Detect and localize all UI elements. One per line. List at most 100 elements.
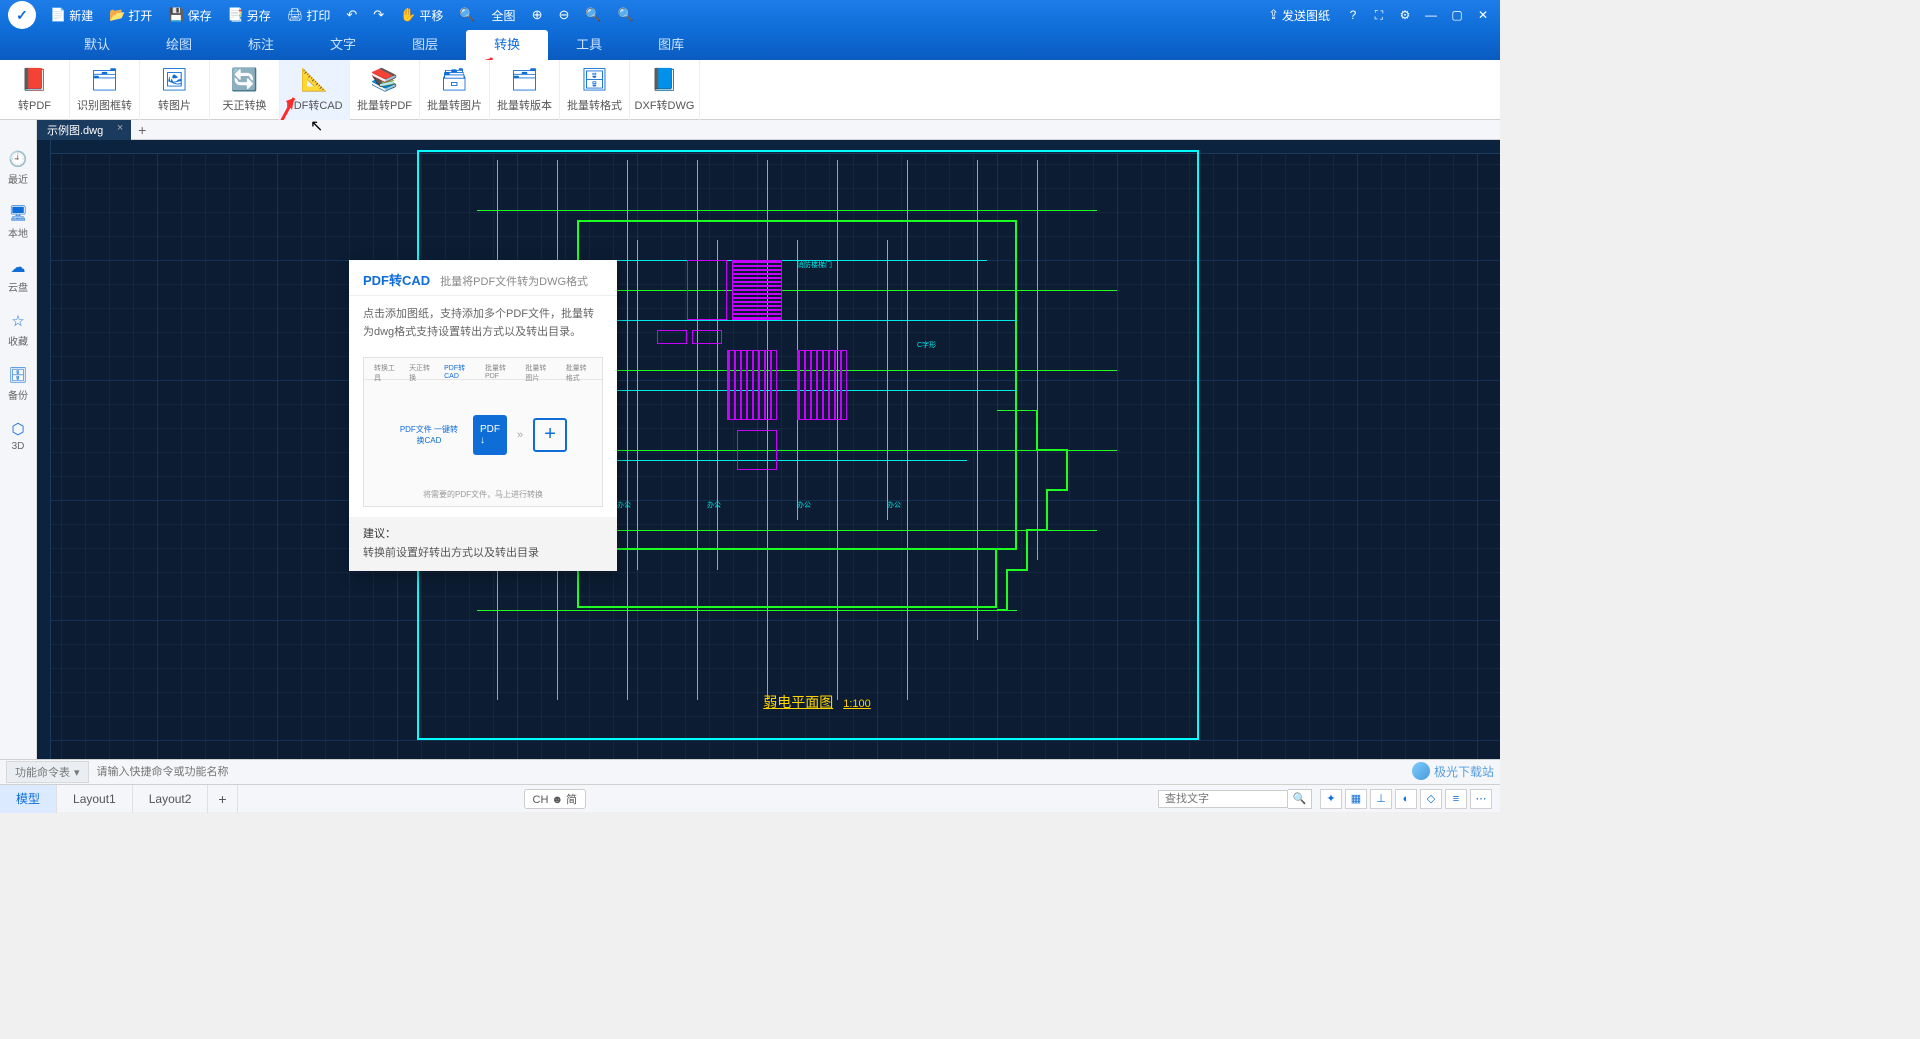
print-button[interactable]: 🖨打印: [281, 5, 337, 26]
print-icon: 🖨: [287, 7, 304, 23]
tab-annotation[interactable]: 标注: [220, 30, 302, 60]
quick-toolbar: 📄新建 📂打开 💾保存 📑另存 🖨打印 ↶ ↷ ✋平移 🔍 全图 ⊕ ⊖ 🔍 🔍: [44, 5, 640, 26]
frame-icon: 🗂: [91, 67, 119, 93]
drawing-title: 弱电平面图1:100: [763, 692, 871, 712]
watermark: 极光下载站: [1412, 762, 1494, 780]
send-label: 发送图纸: [1282, 7, 1330, 24]
search-box: 🔍: [1158, 789, 1312, 809]
new-icon: 📄: [50, 7, 66, 23]
image-icon: 🖼: [161, 67, 189, 93]
document-tab[interactable]: 示例图.dwg ×: [37, 120, 131, 140]
status-osnap-icon[interactable]: ◇: [1420, 789, 1442, 809]
zoom4-button[interactable]: 🔍: [612, 5, 640, 25]
dxf-icon: 📘: [651, 67, 678, 93]
status-grid-icon[interactable]: ▦: [1345, 789, 1367, 809]
pan-label: 平移: [419, 7, 443, 24]
undo-button[interactable]: ↶: [340, 5, 363, 25]
tab-convert[interactable]: 转换: [466, 30, 548, 60]
batchver-icon: 🗂: [511, 67, 539, 93]
open-icon: 📂: [109, 7, 125, 23]
sidebar-item-favorite[interactable]: ☆ 收藏: [8, 312, 28, 348]
zoomout-icon: ⊖: [558, 7, 569, 23]
backup-icon: 🗄: [8, 366, 27, 384]
doc-name: 示例图.dwg: [47, 122, 103, 138]
save-label: 保存: [188, 7, 212, 24]
open-label: 打开: [128, 7, 152, 24]
maximize-icon[interactable]: ▢: [1448, 8, 1466, 22]
sidebar-item-3d[interactable]: ⬡3D: [11, 420, 24, 452]
sidebar-label: 本地: [8, 225, 28, 240]
bottom-bar: 模型 Layout1 Layout2 + CH ☻ 简 🔍 ✦ ▦ ⊥ ◐ ◇ …: [0, 784, 1500, 812]
ribbon-tianzheng[interactable]: 🔄天正转换: [210, 60, 280, 120]
new-button[interactable]: 📄新建: [44, 5, 99, 26]
settings-icon[interactable]: ⚙: [1396, 8, 1414, 22]
sidebar-item-backup[interactable]: 🗄备份: [8, 366, 28, 402]
command-input[interactable]: [89, 766, 1494, 778]
local-icon: 🖥: [8, 204, 27, 222]
tab-default[interactable]: 默认: [56, 30, 138, 60]
saveas-button[interactable]: 📑另存: [222, 5, 277, 26]
fit-label: 全图: [492, 7, 516, 24]
fit-button[interactable]: 全图: [486, 5, 522, 26]
sidebar-item-cloud[interactable]: ☁云盘: [8, 258, 28, 294]
layout-tab-add[interactable]: +: [208, 785, 237, 813]
ribbon-label: 转PDF: [18, 97, 51, 113]
ribbon-batch-version[interactable]: 🗂批量转版本: [490, 60, 560, 120]
ribbon-label: 转图片: [158, 97, 191, 113]
close-icon[interactable]: ✕: [1474, 8, 1492, 22]
ribbon-batch-format[interactable]: 🗄批量转格式: [560, 60, 630, 120]
tooltip-advice-label: 建议：: [363, 525, 603, 544]
status-lineweight-icon[interactable]: ≡: [1445, 789, 1467, 809]
send-drawing-button[interactable]: ⇪发送图纸: [1262, 5, 1336, 26]
redo-button[interactable]: ↷: [367, 5, 390, 25]
search-input[interactable]: [1158, 790, 1288, 808]
zoom-region-button[interactable]: 🔍: [453, 5, 481, 25]
status-icons: ✦ ▦ ⊥ ◐ ◇ ≡ ⋯: [1312, 789, 1500, 809]
ribbon-to-pdf[interactable]: 📕转PDF: [0, 60, 70, 120]
sidebar-label: 收藏: [8, 333, 28, 348]
tab-text[interactable]: 文字: [302, 30, 384, 60]
status-polar-icon[interactable]: ◐: [1395, 789, 1417, 809]
document-tabs: 示例图.dwg × +: [37, 120, 1500, 140]
add-tab-button[interactable]: +: [131, 122, 153, 138]
layout-tab-2[interactable]: Layout2: [133, 785, 209, 813]
zoom3-button[interactable]: 🔍: [579, 5, 607, 25]
search-button[interactable]: 🔍: [1288, 789, 1312, 809]
tab-close-icon[interactable]: ×: [117, 122, 123, 134]
tab-layer[interactable]: 图层: [384, 30, 466, 60]
tab-draw[interactable]: 绘图: [138, 30, 220, 60]
open-button[interactable]: 📂打开: [103, 5, 158, 26]
tab-library[interactable]: 图库: [630, 30, 712, 60]
tab-tools[interactable]: 工具: [548, 30, 630, 60]
pdf-file-icon: PDF↓: [473, 415, 507, 455]
ribbon-batch-pdf[interactable]: 📚批量转PDF: [350, 60, 420, 120]
ribbon-batch-image[interactable]: 🗃批量转图片: [420, 60, 490, 120]
help-icon[interactable]: ?: [1344, 8, 1362, 22]
ribbon-to-image[interactable]: 🖼 转图片: [140, 60, 210, 120]
zoom-icon: 🔍: [585, 7, 601, 23]
ribbon-pdf-to-cad[interactable]: 📐PDF转CAD: [280, 60, 350, 120]
pan-button[interactable]: ✋平移: [394, 5, 449, 26]
drawing-canvas[interactable]: C字形 消防楼梯门 办公 办公 办公 办公 弱电平面图1:100 PDF转CAD…: [37, 140, 1500, 759]
save-button[interactable]: 💾保存: [162, 5, 217, 26]
star-icon: ☆: [11, 312, 24, 330]
ribbon-dxf-dwg[interactable]: 📘DXF转DWG: [630, 60, 700, 120]
status-snap-icon[interactable]: ✦: [1320, 789, 1342, 809]
cloud-icon: ☁: [11, 258, 26, 276]
zoomout-button[interactable]: ⊖: [552, 5, 575, 25]
zoomin-button[interactable]: ⊕: [526, 5, 549, 25]
ime-indicator[interactable]: CH ☻ 简: [524, 789, 587, 809]
ribbon-frame-convert[interactable]: 🗂识别图框转: [70, 60, 140, 120]
status-ortho-icon[interactable]: ⊥: [1370, 789, 1392, 809]
saveas-icon: 📑: [228, 7, 244, 23]
layout-tab-model[interactable]: 模型: [0, 785, 57, 813]
command-label[interactable]: 功能命令表▾: [6, 761, 89, 783]
sidebar-item-recent[interactable]: 🕘最近: [8, 150, 28, 186]
sidebar-item-local[interactable]: 🖥 本地: [8, 204, 28, 240]
minimize-icon[interactable]: —: [1422, 8, 1440, 22]
fullscreen-icon[interactable]: ⛶: [1370, 8, 1388, 23]
batchfmt-icon: 🗄: [581, 67, 609, 93]
status-more-icon[interactable]: ⋯: [1470, 789, 1492, 809]
app-logo-icon: [8, 1, 36, 29]
layout-tab-1[interactable]: Layout1: [57, 785, 133, 813]
